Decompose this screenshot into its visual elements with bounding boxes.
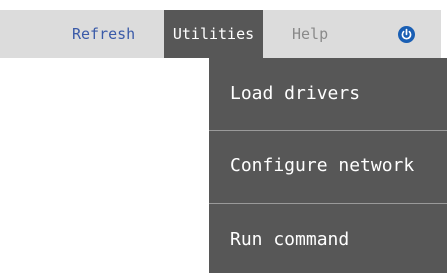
configure-network-label: Configure network [230, 155, 415, 176]
top-menu-bar: Refresh Utilities Help [0, 10, 441, 58]
load-drivers-menu-item[interactable]: Load drivers [209, 58, 447, 130]
utilities-dropdown-menu: Load drivers Configure network Run comma… [209, 58, 447, 273]
configure-network-menu-item[interactable]: Configure network [209, 130, 447, 202]
utilities-menu-button[interactable]: Utilities [164, 10, 263, 58]
load-drivers-label: Load drivers [230, 83, 361, 104]
run-command-label: Run command [230, 229, 350, 250]
run-command-menu-item[interactable]: Run command [209, 204, 447, 273]
help-menu-button[interactable]: Help [292, 10, 328, 58]
power-button[interactable] [398, 26, 415, 43]
refresh-menu-button[interactable]: Refresh [72, 10, 135, 58]
power-icon [398, 26, 415, 43]
